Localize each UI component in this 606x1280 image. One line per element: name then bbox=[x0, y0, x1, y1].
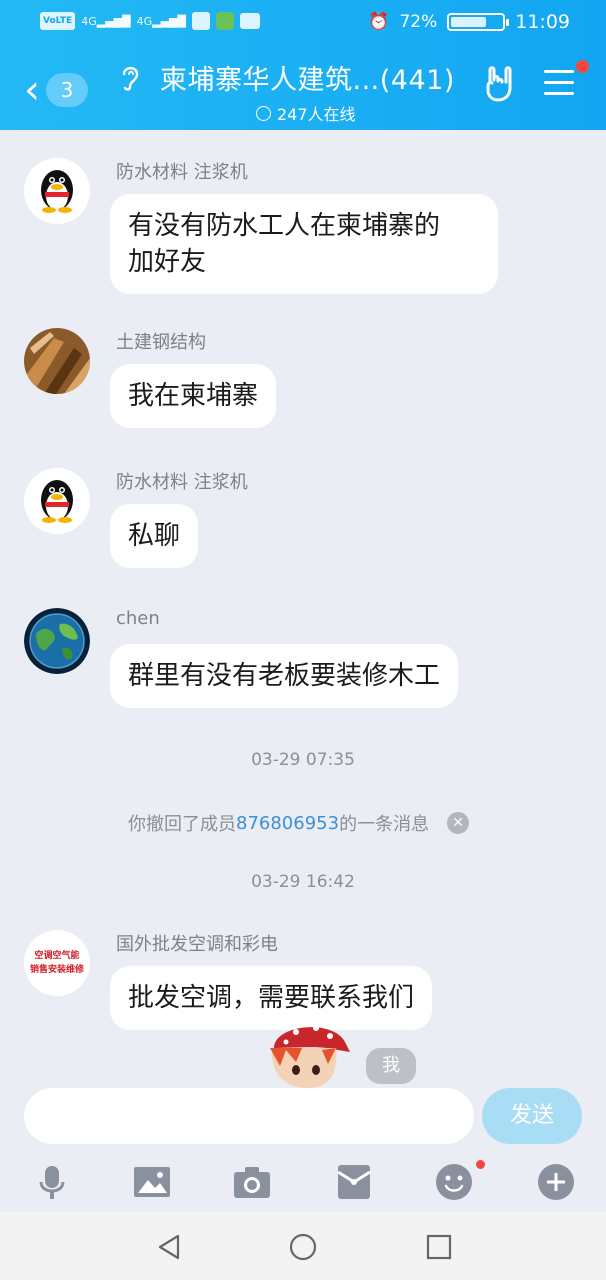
sender-name[interactable]: 防水材料 注浆机 bbox=[116, 468, 248, 494]
chevron-left-icon: ‹ bbox=[24, 67, 40, 113]
image-icon[interactable] bbox=[132, 1162, 172, 1202]
message-line: 私聊 bbox=[128, 521, 181, 551]
online-check-icon bbox=[256, 105, 271, 121]
home-circle-icon[interactable] bbox=[288, 1232, 318, 1262]
clock: 11:09 bbox=[515, 11, 570, 33]
sender-name[interactable]: chen bbox=[116, 608, 160, 629]
online-count: 247人在线 bbox=[277, 105, 356, 124]
mic-icon[interactable] bbox=[32, 1162, 72, 1202]
emoji-notification-dot bbox=[476, 1160, 485, 1169]
message-bubble[interactable]: 有没有防水工人在柬埔寨的 加好友 bbox=[110, 194, 498, 294]
input-toolbar bbox=[0, 1160, 606, 1210]
back-triangle-icon[interactable] bbox=[154, 1232, 184, 1262]
system-nav-bar bbox=[0, 1212, 606, 1280]
group-title: 柬埔寨华人建筑...(441) bbox=[160, 65, 455, 96]
sender-name[interactable]: 防水材料 注浆机 bbox=[116, 158, 248, 184]
message-line: 加好友 bbox=[128, 247, 207, 277]
recalled-member-link[interactable]: 876806953 bbox=[236, 813, 339, 834]
red-packet-icon[interactable] bbox=[334, 1162, 374, 1202]
signal-label-2: 4G bbox=[136, 14, 153, 28]
sender-name[interactable]: 国外批发空调和彩电 bbox=[116, 930, 278, 956]
volte-badge: VoLTE bbox=[40, 12, 76, 30]
chat-header: VoLTE 4G▂▄▆█ 4G▂▄▆█ ⏰ 72% 11:09 ‹ 3 柬埔寨华… bbox=[0, 0, 606, 130]
timestamp: 03-29 16:42 bbox=[251, 872, 355, 892]
recall-suffix: 的一条消息 bbox=[339, 814, 430, 835]
signal-icon: 4G▂▄▆█ bbox=[81, 14, 131, 28]
sender-name[interactable]: 土建钢结构 bbox=[116, 328, 206, 354]
avatar-wood[interactable] bbox=[24, 328, 90, 394]
recents-square-icon[interactable] bbox=[424, 1232, 454, 1262]
message-line: 批发空调，需要联系我们 bbox=[128, 983, 415, 1013]
chat-title-area[interactable]: 柬埔寨华人建筑...(441) 247人在线 bbox=[160, 58, 470, 125]
input-area: 发送 bbox=[0, 1088, 606, 1212]
tmall-notification-icon bbox=[239, 13, 260, 29]
rock-hand-icon[interactable] bbox=[484, 64, 516, 104]
message-bubble[interactable]: 私聊 bbox=[110, 504, 199, 568]
timestamp: 03-29 07:35 bbox=[251, 750, 355, 770]
online-status: 247人在线 bbox=[160, 101, 470, 125]
signal-icon-2: 4G▂▄▆█ bbox=[136, 14, 186, 28]
unread-count-badge: 3 bbox=[46, 73, 88, 107]
avatar-ac-logo[interactable]: 空调空气能 销售安装维修 bbox=[24, 930, 90, 996]
menu-icon[interactable] bbox=[544, 70, 574, 103]
status-bar: VoLTE 4G▂▄▆█ 4G▂▄▆█ ⏰ 72% 11:09 bbox=[0, 0, 606, 46]
me-tag: 我 bbox=[366, 1048, 416, 1084]
signal-label-1: 4G bbox=[81, 14, 97, 28]
camera-icon[interactable] bbox=[232, 1162, 272, 1202]
avatar-penguin[interactable] bbox=[24, 468, 90, 534]
avatar-penguin[interactable] bbox=[24, 158, 90, 224]
app-notification-icon bbox=[191, 12, 210, 30]
emoji-icon[interactable] bbox=[434, 1162, 474, 1202]
avatar-text: 销售安装维修 bbox=[29, 965, 84, 975]
avatar-earth[interactable] bbox=[24, 608, 90, 674]
wechat-notification-icon bbox=[215, 12, 234, 30]
send-button[interactable]: 发送 bbox=[482, 1088, 582, 1144]
menu-notification-dot bbox=[576, 60, 589, 73]
avatar-text: 空调空气能 bbox=[34, 951, 80, 961]
recall-notice: 你撤回了成员 876806953 的一条消息 ✕ bbox=[128, 810, 470, 836]
message-bubble[interactable]: 我在柬埔寨 bbox=[110, 364, 277, 428]
battery-icon bbox=[447, 13, 510, 31]
earpiece-mode-icon[interactable] bbox=[118, 62, 142, 92]
my-avatar-sticker[interactable] bbox=[266, 1018, 352, 1088]
message-line: 群里有没有老板要装修木工 bbox=[128, 661, 441, 691]
message-bubble[interactable]: 群里有没有老板要装修木工 bbox=[110, 644, 459, 708]
message-line: 有没有防水工人在柬埔寨的 bbox=[128, 211, 441, 241]
back-button[interactable]: ‹ 3 bbox=[24, 70, 88, 110]
plus-icon[interactable] bbox=[536, 1162, 576, 1202]
message-list[interactable]: 防水材料 注浆机 有没有防水工人在柬埔寨的 加好友 土建钢结构 我在柬埔寨 防水… bbox=[0, 130, 606, 1088]
battery-percent: 72% bbox=[399, 12, 438, 32]
alarm-icon: ⏰ bbox=[368, 12, 390, 32]
message-input[interactable] bbox=[24, 1088, 474, 1144]
close-icon[interactable]: ✕ bbox=[447, 812, 470, 834]
message-line: 我在柬埔寨 bbox=[128, 381, 259, 411]
recall-prefix: 你撤回了成员 bbox=[128, 814, 236, 835]
